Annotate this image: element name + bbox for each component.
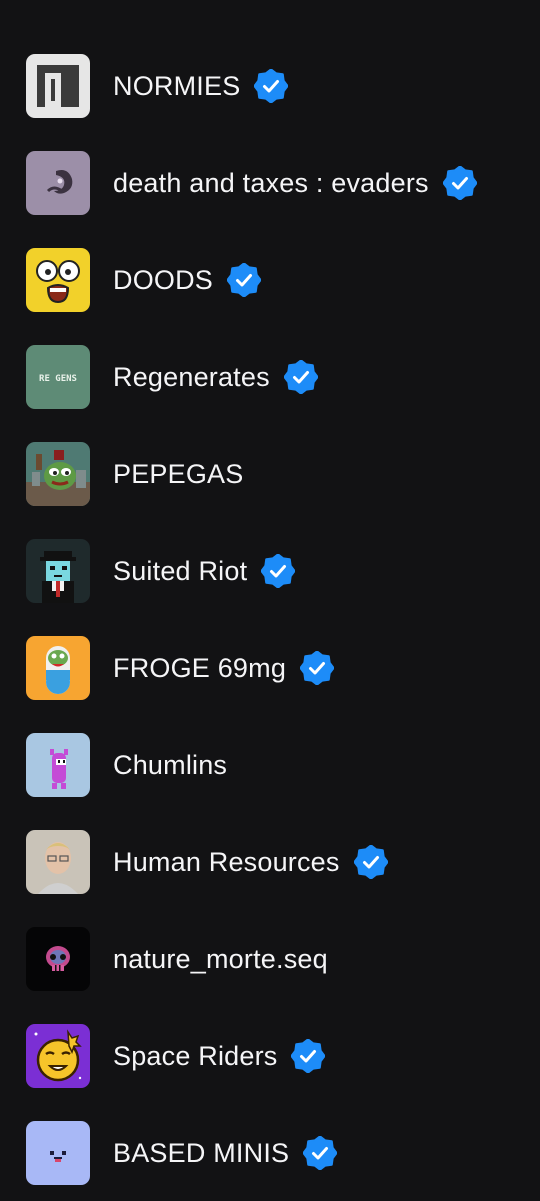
verified-badge-icon: [291, 1038, 326, 1073]
collection-name: Regenerates: [113, 361, 270, 392]
verified-badge-icon: [353, 844, 388, 879]
collection-name: death and taxes : evaders: [113, 167, 429, 198]
collection-row-doods[interactable]: DOODS: [0, 231, 540, 328]
verified-badge-icon: [442, 165, 477, 200]
collection-row-space-riders[interactable]: Space Riders: [0, 1007, 540, 1104]
collection-row-pepegas[interactable]: PEPEGAS: [0, 425, 540, 522]
normies-avatar-icon: [26, 53, 90, 118]
froge-avatar-icon: [26, 635, 90, 700]
collection-row-chumlins[interactable]: Chumlins: [0, 716, 540, 813]
suited-riot-avatar-icon: [26, 538, 90, 603]
chumlins-avatar-icon: [26, 732, 90, 797]
collection-name: Suited Riot: [113, 555, 248, 586]
verified-badge-icon: [283, 359, 318, 394]
pepegas-avatar-icon: [26, 441, 90, 506]
verified-badge-icon: [300, 650, 335, 685]
collection-row-froge[interactable]: FROGE 69mg: [0, 619, 540, 716]
space-riders-avatar-icon: [26, 1023, 90, 1088]
doods-avatar-icon: [26, 247, 90, 312]
collection-name: NORMIES: [113, 70, 241, 101]
collection-name: BASED MINIS: [113, 1137, 290, 1168]
regenerates-avatar-icon: RE GENS: [26, 344, 90, 409]
verified-badge-icon: [254, 68, 289, 103]
collection-name: Space Riders: [113, 1040, 278, 1071]
verified-badge-icon: [227, 262, 262, 297]
collection-name: nature_morte.seq: [113, 943, 328, 974]
collection-list: NORMIES death and taxes : evaders DOODS …: [0, 37, 540, 1201]
verified-badge-icon: [261, 553, 296, 588]
death-and-taxes-avatar-icon: [26, 150, 90, 215]
collection-row-nature-morte[interactable]: nature_morte.seq: [0, 910, 540, 1007]
collection-row-death-and-taxes[interactable]: death and taxes : evaders: [0, 134, 540, 231]
collection-row-based-minis[interactable]: BASED MINIS: [0, 1104, 540, 1201]
based-minis-avatar-icon: [26, 1120, 90, 1185]
collection-row-normies[interactable]: NORMIES: [0, 37, 540, 134]
human-resources-avatar-icon: [26, 829, 90, 894]
collection-name: Human Resources: [113, 846, 340, 877]
collection-name: Chumlins: [113, 749, 228, 780]
nature-morte-avatar-icon: [26, 926, 90, 991]
regenerates-logo-text: RE GENS: [39, 374, 77, 384]
collection-row-regenerates[interactable]: RE GENS Regenerates: [0, 328, 540, 425]
collection-name: PEPEGAS: [113, 458, 244, 489]
collection-name: DOODS: [113, 264, 214, 295]
verified-badge-icon: [303, 1135, 338, 1170]
collection-row-human-resources[interactable]: Human Resources: [0, 813, 540, 910]
collection-row-suited-riot[interactable]: Suited Riot: [0, 522, 540, 619]
collection-name: FROGE 69mg: [113, 652, 287, 683]
